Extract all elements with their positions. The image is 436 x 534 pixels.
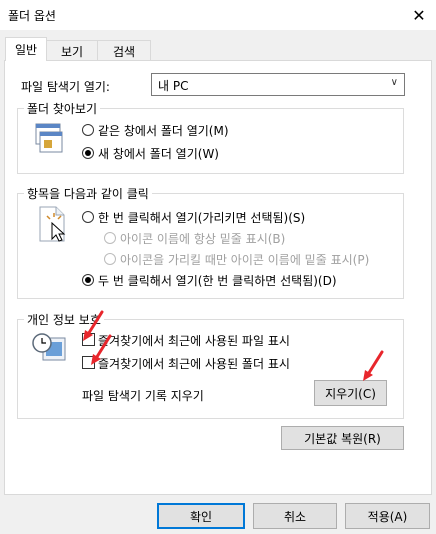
open-explorer-select[interactable]: 내 PC ∨ bbox=[151, 73, 405, 96]
clear-history-label: 파일 탐색기 기록 지우기 bbox=[82, 389, 204, 403]
radio-same-window[interactable] bbox=[82, 124, 94, 136]
restore-defaults-button[interactable]: 기본값 복원(R) bbox=[281, 426, 404, 450]
tab-search[interactable]: 검색 bbox=[97, 40, 151, 61]
annotation-arrow-icon bbox=[91, 334, 112, 365]
cancel-button-label: 취소 bbox=[283, 509, 307, 524]
apply-button-label: 적용(A) bbox=[367, 509, 408, 524]
underline-hover-label: 아이콘을 가리킬 때만 아이콘 이름에 밑줄 표시(P) bbox=[120, 253, 370, 267]
same-window-label: 같은 창에서 폴더 열기(M) bbox=[98, 124, 229, 138]
double-click-label: 두 번 클릭해서 열기(한 번 클릭하면 선택됨)(D) bbox=[98, 274, 337, 288]
annotation-arrow-icon bbox=[363, 350, 384, 381]
ok-button-label: 확인 bbox=[189, 509, 213, 524]
apply-button[interactable]: 적용(A) bbox=[345, 503, 430, 529]
new-window-label: 새 창에서 폴더 열기(W) bbox=[98, 147, 219, 161]
close-button[interactable]: ✕ bbox=[402, 0, 436, 30]
browse-folders-icon bbox=[32, 122, 68, 162]
privacy-clock-icon bbox=[31, 330, 69, 366]
open-explorer-selected: 내 PC bbox=[158, 79, 189, 93]
single-click-label: 한 번 클릭해서 열기(가리키면 선택됨)(S) bbox=[98, 211, 306, 225]
radio-new-window[interactable] bbox=[82, 147, 94, 159]
browse-folders-title: 폴더 찾아보기 bbox=[24, 100, 101, 117]
radio-underline-hover[interactable] bbox=[104, 253, 116, 265]
recent-folders-label: 즐겨찾기에서 최근에 사용된 폴더 표시 bbox=[98, 357, 290, 371]
tab-general-label: 일반 bbox=[14, 43, 38, 57]
click-cursor-icon bbox=[34, 205, 70, 245]
cancel-button[interactable]: 취소 bbox=[253, 503, 337, 529]
radio-single-click[interactable] bbox=[82, 211, 94, 223]
recent-files-label: 즐겨찾기에서 최근에 사용된 파일 표시 bbox=[98, 334, 290, 348]
tab-general[interactable]: 일반 bbox=[5, 37, 47, 61]
tab-view-label: 보기 bbox=[60, 44, 84, 59]
open-explorer-label: 파일 탐색기 열기: bbox=[21, 80, 110, 94]
clear-history-button-label: 지우기(C) bbox=[325, 386, 376, 401]
ok-button[interactable]: 확인 bbox=[157, 503, 245, 529]
chevron-down-icon: ∨ bbox=[390, 77, 398, 88]
close-icon: ✕ bbox=[412, 5, 426, 25]
browse-folders-group bbox=[17, 108, 404, 174]
tab-view[interactable]: 보기 bbox=[45, 40, 99, 61]
radio-underline-always[interactable] bbox=[104, 232, 116, 244]
underline-always-label: 아이콘 이름에 항상 밑줄 표시(B) bbox=[120, 232, 286, 246]
restore-defaults-label: 기본값 복원(R) bbox=[304, 431, 381, 446]
tab-search-label: 검색 bbox=[112, 44, 136, 59]
radio-double-click[interactable] bbox=[82, 274, 94, 286]
click-items-title: 항목을 다음과 같이 클릭 bbox=[24, 185, 152, 202]
window-title: 폴더 옵션 bbox=[8, 9, 56, 23]
title-bar bbox=[0, 0, 436, 30]
